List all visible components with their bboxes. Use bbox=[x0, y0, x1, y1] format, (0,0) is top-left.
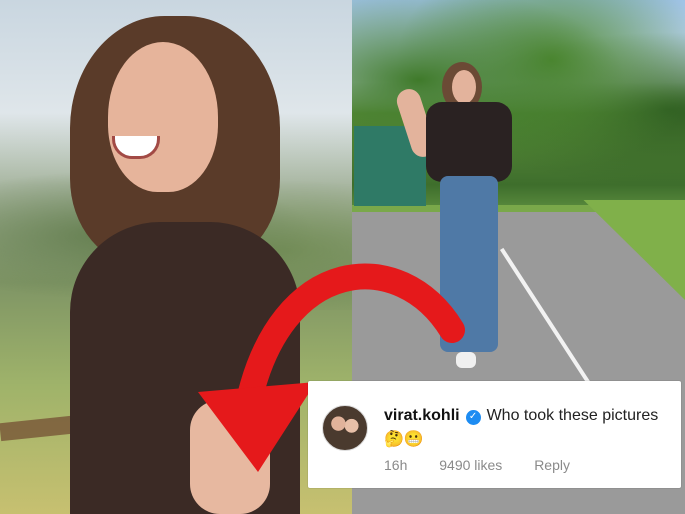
woman-face bbox=[108, 42, 218, 192]
standing-woman-jeans bbox=[440, 176, 498, 352]
thinking-emoji-icon: 🤔 bbox=[384, 430, 404, 448]
standing-woman-face bbox=[452, 70, 476, 104]
grimacing-emoji-icon: 😬 bbox=[403, 430, 424, 448]
comment-body: Who took these pictures bbox=[486, 407, 659, 424]
likes-count[interactable]: 9490 likes bbox=[439, 457, 502, 473]
standing-woman-top bbox=[426, 102, 512, 182]
standing-woman-shoe bbox=[456, 352, 476, 368]
comment-card: virat.kohli ✓ Who took these pictures 🤔😬 1… bbox=[308, 381, 681, 488]
verified-badge-icon: ✓ bbox=[465, 409, 481, 425]
comment-time: 16h bbox=[384, 457, 408, 473]
avatar[interactable] bbox=[322, 405, 368, 451]
comment-meta: 16h 9490 likes Reply bbox=[384, 457, 598, 473]
comment-text: virat.kohli ✓ Who took these pictures 🤔😬 bbox=[384, 404, 674, 452]
woman-arm bbox=[190, 400, 270, 514]
username[interactable]: virat.kohli bbox=[384, 407, 460, 424]
reply-button[interactable]: Reply bbox=[534, 457, 570, 473]
